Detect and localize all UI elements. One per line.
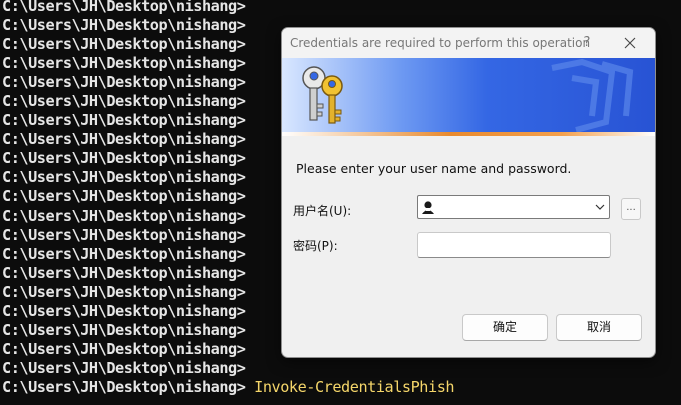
password-label: 密码(P): [293, 239, 338, 253]
banner-decoration [551, 58, 634, 132]
ok-button[interactable]: 确定 [462, 314, 548, 341]
help-button[interactable]: ? [578, 34, 596, 52]
title-bar: Credentials are required to perform this… [282, 28, 655, 58]
user-icon [422, 201, 434, 214]
username-label: 用户名(U): [293, 204, 352, 218]
cancel-button[interactable]: 取消 [556, 314, 642, 341]
browse-users-button[interactable]: ... [621, 198, 641, 220]
dialog-prompt: Please enter your user name and password… [296, 161, 572, 176]
keys-icon [302, 66, 343, 124]
username-combobox[interactable] [417, 195, 610, 219]
dialog-title: Credentials are required to perform this… [290, 36, 591, 50]
password-field[interactable] [417, 232, 611, 258]
terminal-line: C:\Users\JH\Desktop\nishang> [2, 358, 246, 377]
terminal-prompt: C:\Users\JH\Desktop\nishang> [2, 377, 255, 396]
terminal-current-line: C:\Users\JH\Desktop\nishang> Invoke-Cred… [2, 378, 681, 397]
terminal-command: Invoke-CredentialsPhish [254, 377, 455, 396]
terminal-line: C:\Users\JH\Desktop\nishang> [2, 0, 246, 15]
chevron-down-icon[interactable] [595, 203, 605, 211]
banner-accent-line [282, 132, 655, 136]
close-icon[interactable] [620, 33, 640, 53]
credential-dialog: Credentials are required to perform this… [281, 27, 656, 358]
